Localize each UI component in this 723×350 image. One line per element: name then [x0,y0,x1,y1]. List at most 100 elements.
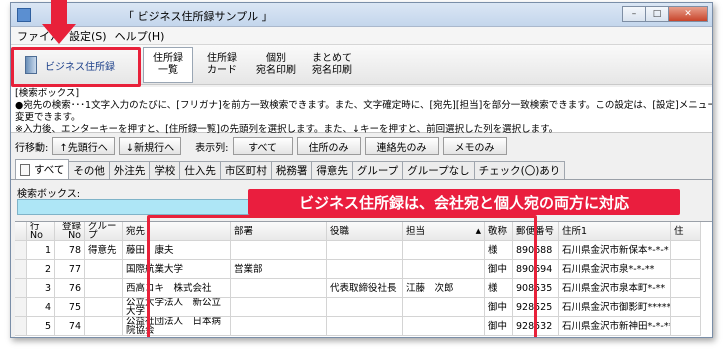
cell-person [403,317,485,335]
app-icon [17,8,31,22]
address-book-icon [25,56,37,74]
view-address-only-button[interactable]: 住所のみ [296,137,361,155]
tab-tax-office[interactable]: 税務署 [270,161,313,179]
display-columns-label: 表示列: [195,142,229,154]
view-all-button[interactable]: すべて [232,137,293,155]
cell-title [327,298,403,316]
row-selector[interactable] [15,260,27,278]
cell-person [403,260,485,278]
tab-school[interactable]: 学校 [149,161,181,179]
cell-honorific: 様 [485,279,513,297]
cell-group [85,298,123,316]
cell-title [327,260,403,278]
col-row-no[interactable]: 行No [27,222,55,240]
view-memo-only-button[interactable]: メモのみ [442,137,507,155]
cell-title: 代表取締役社長 [327,279,403,297]
col-address1[interactable]: 住所1 [559,222,671,240]
tab-no-group[interactable]: グループなし [402,161,475,179]
cell-person [403,241,485,259]
business-address-book-button[interactable]: ビジネス住所録 [13,47,139,83]
cell-person: 江藤 次郎 [403,279,485,297]
cell-row-no: 5 [27,317,55,335]
cell-addressee: 国際航業大学 [123,260,231,278]
address-grid: 行No 登録 No グループ 宛先 部署 役職 担当 ▲ 敬称 郵便番号 住所1… [15,221,712,337]
cell-row-no: 4 [27,298,55,316]
row-selector[interactable] [15,298,27,316]
go-first-row-button[interactable]: ↑先頭行へ [52,137,115,155]
cell-honorific: 御中 [485,317,513,335]
cell-row-no: 3 [27,279,55,297]
col-group[interactable]: グループ [85,222,123,240]
cell-title [327,241,403,259]
tab-label: すべて [34,164,65,176]
col-honorific[interactable]: 敬称 [485,222,513,240]
go-new-row-button[interactable]: ↓新規行へ [118,137,182,155]
view-contact-only-button[interactable]: 連絡先のみ [364,137,439,155]
col-department[interactable]: 部署 [231,222,327,240]
grid-corner [15,222,27,240]
cell-department [231,298,327,316]
cell-zip: 928532 [513,317,559,335]
address-list-button[interactable]: 住所録 一覧 [143,47,193,83]
cell-row-no: 2 [27,260,55,278]
cell-honorific: 様 [485,241,513,259]
row-selector[interactable] [15,241,27,259]
cell-address2 [671,317,701,335]
tab-municipality[interactable]: 市区町村 [219,161,272,179]
row-move-label: 行移動: [15,142,49,154]
cell-zip: 890688 [513,241,559,259]
group-tabs: すべて その他 外注先 学校 仕入先 市区町村 税務署 得意先 グループ グルー… [11,159,712,180]
cell-group [85,317,123,335]
app-window: 「 ビジネス住所録サンプル 」 – □ ✕ ファイル 設定(S) ヘルプ(H) … [10,2,713,338]
tab-all[interactable]: すべて [15,159,70,179]
tab-customer[interactable]: 得意先 [311,161,353,179]
table-row[interactable]: 2 77 国際航業大学 営業部 御中 890694 石川県金沢市泉*-*-** [15,260,701,279]
col-person-label: 担当 [406,225,426,237]
tab-other[interactable]: その他 [68,161,110,179]
table-row[interactable]: 5 74 公益社団法人 日本病院協会 御中 928532 石川県金沢市新神田*-… [15,317,701,336]
row-selector[interactable] [15,279,27,297]
table-row[interactable]: 3 76 西高コキ 株式会社 代表取締役社長 江藤 次郎 様 908535 石川… [15,279,701,298]
col-address2[interactable]: 住 [671,222,701,240]
maximize-button[interactable]: □ [645,6,669,22]
col-zip[interactable]: 郵便番号 [513,222,559,240]
cell-address1: 石川県金沢市新神田*-*-** [559,317,671,335]
sort-ascending-icon: ▲ [475,226,481,235]
cell-zip: 908535 [513,279,559,297]
cell-department [231,241,327,259]
batch-print-button[interactable]: まとめて 宛名印刷 [307,47,357,83]
address-card-button[interactable]: 住所録 カード [197,47,247,83]
individual-print-button[interactable]: 個別 宛名印刷 [251,47,301,83]
cell-addressee: 藤田 康夫 [123,241,231,259]
cell-address2 [671,298,701,316]
tab-checked[interactable]: チェック(〇)あり [473,161,566,179]
col-addressee[interactable]: 宛先 [123,222,231,240]
minimize-button[interactable]: – [622,6,646,22]
table-row[interactable]: 1 78 得意先 藤田 康夫 様 890688 石川県金沢市新保本*-*-* [15,241,701,260]
col-reg-no[interactable]: 登録 No [55,222,85,240]
menu-help[interactable]: ヘルプ(H) [115,28,165,44]
navigation-row: 行移動: ↑先頭行へ ↓新規行へ 表示列: すべて 住所のみ 連絡先のみ メモの… [11,135,712,157]
cell-address2 [671,279,701,297]
col-person[interactable]: 担当 ▲ [403,222,485,240]
row-selector[interactable] [15,317,27,335]
cell-addressee: 西高コキ 株式会社 [123,279,231,297]
tab-outsource[interactable]: 外注先 [108,161,151,179]
close-button[interactable]: ✕ [668,6,708,22]
tab-group[interactable]: グループ [351,161,404,179]
cell-zip: 890694 [513,260,559,278]
cell-reg-no: 76 [55,279,85,297]
cell-honorific: 御中 [485,298,513,316]
table-row[interactable]: 4 75 公立大学法人 新公立大学 御中 928525 石川県金沢市御影町***… [15,298,701,317]
callout-banner: ビジネス住所録は、会社宛と個人宛の両方に対応 [248,189,680,215]
search-help-line: 変更できます。 [15,112,81,123]
search-help-line: ●宛先の検索･･･1文字入力のたびに、[フリガナ]を前方一致検索できます。また、… [15,100,713,111]
window-controls: – □ ✕ [622,6,708,22]
col-title[interactable]: 役職 [327,222,403,240]
tab-supplier[interactable]: 仕入先 [179,161,221,179]
cell-address2 [671,241,701,259]
business-address-book-label: ビジネス住所録 [45,61,115,73]
cell-reg-no: 77 [55,260,85,278]
cell-group [85,260,123,278]
search-box-label: 検索ボックス: [17,189,81,200]
